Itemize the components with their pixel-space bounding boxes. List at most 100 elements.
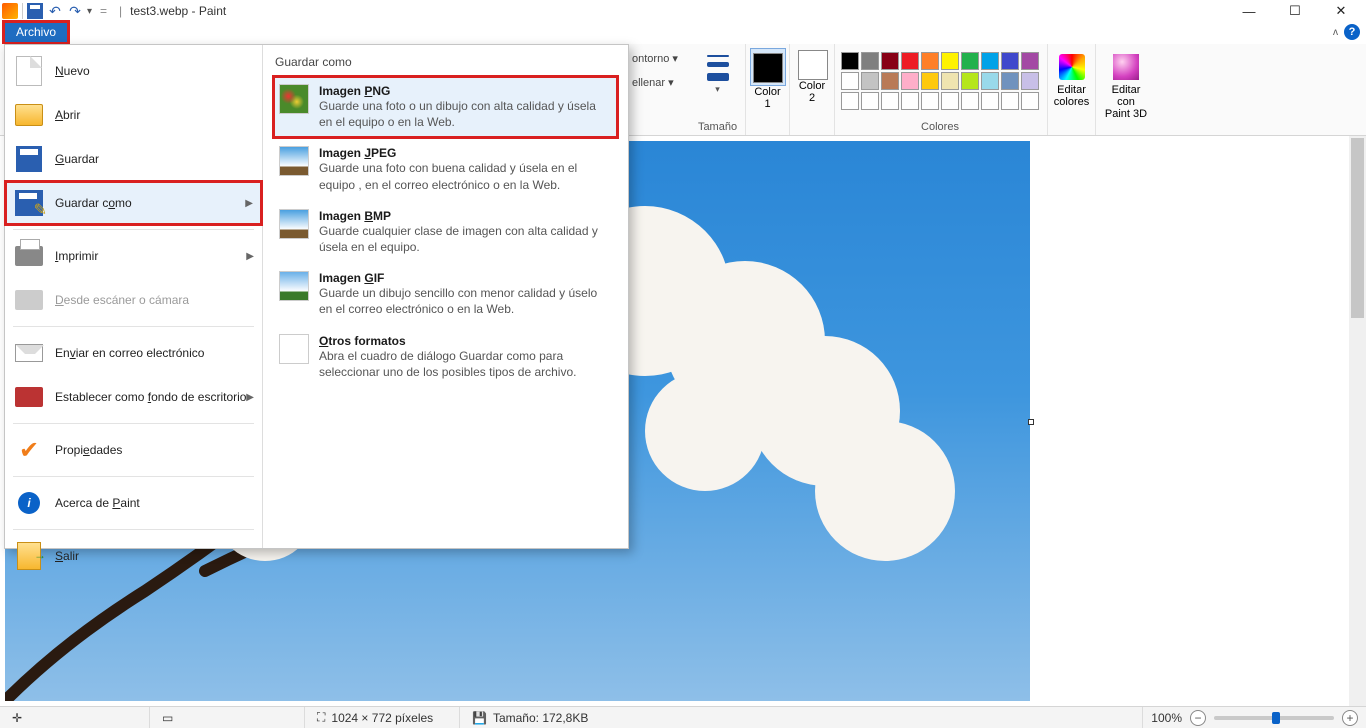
gif-desc: Guarde un dibujo sencillo con menor cali… <box>319 285 612 317</box>
palette-swatch[interactable] <box>981 72 999 90</box>
redo-icon[interactable]: ↷ <box>67 3 83 19</box>
resize-handle-right[interactable] <box>1028 419 1034 425</box>
saveas-png[interactable]: Imagen PNGGuarde una foto o un dibujo co… <box>273 76 618 138</box>
disk-icon: 💾 <box>472 711 487 725</box>
size-label: Tamaño <box>698 119 737 133</box>
exit-icon <box>17 542 41 570</box>
palette-swatch[interactable] <box>861 52 879 70</box>
palette-swatch[interactable] <box>1021 72 1039 90</box>
png-desc: Guarde una foto o un dibujo con alta cal… <box>319 98 612 130</box>
edit-colors-button[interactable]: Editar colores <box>1048 44 1096 135</box>
color2-group[interactable]: Color 2 <box>790 44 834 135</box>
menu-send-email[interactable]: Enviar en correo electrónico <box>5 331 262 375</box>
zoom-slider[interactable] <box>1214 716 1334 720</box>
palette-swatch[interactable] <box>861 72 879 90</box>
menu-separator <box>13 326 254 327</box>
cursor-position: ✛ <box>0 707 150 728</box>
palette-swatch[interactable] <box>841 72 859 90</box>
palette-swatch[interactable] <box>901 52 919 70</box>
color1-label: Color 1 <box>754 86 781 110</box>
saveas-jpeg[interactable]: Imagen JPEGGuarde una foto con buena cal… <box>273 138 618 200</box>
palette-swatch[interactable] <box>981 92 999 110</box>
scrollbar-thumb[interactable] <box>1351 138 1364 318</box>
file-tab[interactable]: Archivo <box>4 22 68 43</box>
saveas-icon <box>15 190 43 216</box>
zoom-out-button[interactable]: − <box>1190 710 1206 726</box>
saveas-gif[interactable]: Imagen GIFGuarde un dibujo sencillo con … <box>273 263 618 325</box>
menu-print[interactable]: Imprimir▶ <box>5 234 262 278</box>
collapse-ribbon-icon[interactable]: ʌ <box>1333 27 1338 38</box>
menu-save-as[interactable]: Guardar como▶ <box>5 181 262 225</box>
separator: | <box>115 4 126 18</box>
chevron-right-icon: ▶ <box>245 198 253 209</box>
close-button[interactable]: ✕ <box>1318 0 1364 22</box>
palette-swatch[interactable] <box>901 92 919 110</box>
palette-swatch[interactable] <box>961 92 979 110</box>
palette-swatch[interactable] <box>941 52 959 70</box>
color2-swatch <box>798 50 828 80</box>
palette-swatch[interactable] <box>1021 52 1039 70</box>
palette-swatch[interactable] <box>921 72 939 90</box>
edit-colors-label: Editar colores <box>1054 84 1089 108</box>
image-dimensions: ⛶1024 × 772 píxeles <box>305 707 460 728</box>
help-icon[interactable]: ? <box>1344 24 1360 40</box>
outline-dropdown[interactable]: ontorno ▾ <box>632 52 678 65</box>
palette-swatch[interactable] <box>861 92 879 110</box>
file-menu: Nuevo Abrir Guardar Guardar como▶ Imprim… <box>4 44 629 549</box>
window-controls: — ☐ ✕ <box>1226 0 1364 22</box>
palette-swatch[interactable] <box>921 52 939 70</box>
bmp-desc: Guarde cualquier clase de imagen con alt… <box>319 223 612 255</box>
save-icon[interactable] <box>27 3 43 19</box>
palette-swatch[interactable] <box>881 52 899 70</box>
color-palette[interactable] <box>841 48 1039 110</box>
fill-dropdown[interactable]: ellenar ▾ <box>632 76 674 89</box>
palette-swatch[interactable] <box>981 52 999 70</box>
menu-save[interactable]: Guardar <box>5 137 262 181</box>
save-icon <box>16 146 42 172</box>
palette-swatch[interactable] <box>1001 72 1019 90</box>
menu-set-wallpaper[interactable]: Establecer como fondo de escritorio▶ <box>5 375 262 419</box>
vertical-scrollbar[interactable] <box>1349 136 1366 706</box>
crosshair-icon: ✛ <box>12 711 22 725</box>
other-desc: Abra el cuadro de diálogo Guardar como p… <box>319 348 612 380</box>
color1-group[interactable]: Color 1 <box>746 44 790 135</box>
palette-swatch[interactable] <box>881 92 899 110</box>
zoom-level: 100% <box>1151 711 1182 725</box>
palette-group: Colores <box>834 44 1048 135</box>
jpeg-icon <box>279 146 309 176</box>
paint3d-button[interactable]: Editar con Paint 3D <box>1096 44 1156 135</box>
palette-swatch[interactable] <box>941 72 959 90</box>
saveas-bmp[interactable]: Imagen BMPGuarde cualquier clase de imag… <box>273 201 618 263</box>
palette-swatch[interactable] <box>921 92 939 110</box>
zoom-slider-thumb[interactable] <box>1272 712 1280 724</box>
palette-swatch[interactable] <box>901 72 919 90</box>
properties-icon: ✔ <box>15 436 43 464</box>
palette-swatch[interactable] <box>841 52 859 70</box>
palette-swatch[interactable] <box>961 72 979 90</box>
maximize-button[interactable]: ☐ <box>1272 0 1318 22</box>
undo-icon[interactable]: ↶ <box>47 3 63 19</box>
palette-swatch[interactable] <box>941 92 959 110</box>
menu-exit[interactable]: Salir <box>5 534 262 578</box>
palette-swatch[interactable] <box>841 92 859 110</box>
saveas-other[interactable]: Otros formatosAbra el cuadro de diálogo … <box>273 326 618 388</box>
menu-open[interactable]: Abrir <box>5 93 262 137</box>
palette-swatch[interactable] <box>1001 92 1019 110</box>
size-button[interactable] <box>702 52 734 84</box>
palette-swatch[interactable] <box>961 52 979 70</box>
app-icon <box>2 3 18 19</box>
zoom-in-button[interactable]: + <box>1342 710 1358 726</box>
palette-swatch[interactable] <box>1001 52 1019 70</box>
minimize-button[interactable]: — <box>1226 0 1272 22</box>
palette-swatch[interactable] <box>881 72 899 90</box>
menu-properties[interactable]: ✔Propiedades <box>5 428 262 472</box>
info-icon: i <box>18 492 40 514</box>
menu-new[interactable]: Nuevo <box>5 49 262 93</box>
chevron-right-icon: ▶ <box>246 251 254 262</box>
colors-group-label: Colores <box>921 119 959 133</box>
qat-customize-icon[interactable]: ▾ <box>87 6 92 17</box>
menu-about[interactable]: iAcerca de Paint <box>5 481 262 525</box>
selection-icon: ▭ <box>162 711 173 725</box>
open-icon <box>15 104 43 126</box>
palette-swatch[interactable] <box>1021 92 1039 110</box>
